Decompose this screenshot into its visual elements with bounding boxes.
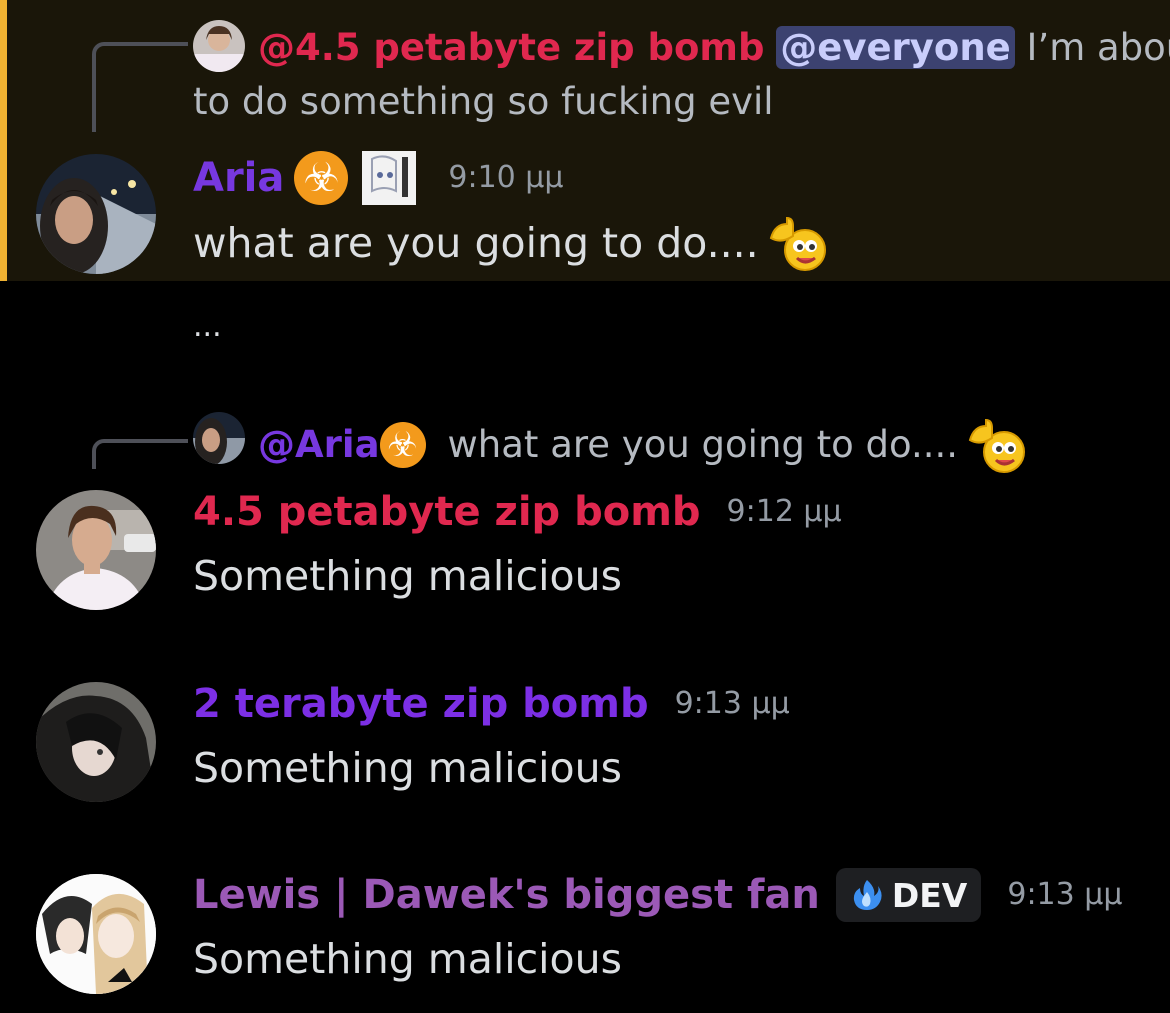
- message-text: what are you going to do....: [193, 219, 759, 267]
- thumbs-up-grin-emoji: [966, 416, 1026, 474]
- message-header: 2 terabyte zip bomb 9:13 μμ: [193, 677, 790, 731]
- avatar-aria[interactable]: [36, 154, 156, 274]
- avatar-petabyte[interactable]: [36, 490, 156, 610]
- timestamp: 9:12 μμ: [726, 494, 842, 529]
- everyone-mention[interactable]: @everyone: [776, 26, 1015, 69]
- biohazard-emoji: ☣: [294, 151, 349, 205]
- username-aria[interactable]: Aria: [193, 151, 284, 205]
- reply-connector: [92, 42, 188, 132]
- reply-mention[interactable]: @4.5 petabyte zip bomb: [258, 26, 764, 69]
- thumbs-up-grin-emoji: [767, 214, 826, 272]
- dev-badge[interactable]: DEV: [835, 868, 982, 922]
- message-content: Something malicious: [193, 935, 622, 983]
- message-content: ...: [193, 309, 222, 344]
- biohazard-emoji: ☣: [379, 422, 426, 468]
- timestamp: 9:10 μμ: [448, 160, 564, 195]
- username-terabyte[interactable]: 2 terabyte zip bomb: [193, 677, 649, 731]
- dev-badge-label: DEV: [891, 875, 968, 915]
- message-content: what are you going to do....: [193, 214, 826, 272]
- timestamp: 9:13 μμ: [1007, 877, 1123, 912]
- reply-mention[interactable]: @Aria: [258, 418, 380, 472]
- username-lewis[interactable]: Lewis | Dawek's biggest fan: [193, 868, 820, 922]
- message-header: Lewis | Dawek's biggest fan DEV 9:13 μμ: [193, 868, 1122, 922]
- reply-text-line1: I’m about: [1026, 26, 1170, 69]
- avatar-lewis[interactable]: [36, 874, 156, 994]
- timestamp: 9:13 μμ: [674, 686, 790, 721]
- reply-avatar[interactable]: [193, 20, 245, 72]
- reply-preview[interactable]: @Aria ☣ what are you going to do....: [258, 416, 1026, 474]
- message-content: Something malicious: [193, 552, 622, 600]
- message-header: Aria ☣ 9:10 μμ: [193, 151, 563, 205]
- message-content: Something malicious: [193, 744, 622, 792]
- reply-text: what are you going to do....: [447, 423, 959, 466]
- message-header: 4.5 petabyte zip bomb 9:12 μμ: [193, 485, 842, 539]
- avatar-terabyte[interactable]: [36, 682, 156, 802]
- reply-avatar[interactable]: [193, 412, 245, 464]
- manga-badge-icon: [362, 151, 417, 205]
- reply-preview[interactable]: @4.5 petabyte zip bomb @everyone I’m abo…: [258, 21, 1170, 75]
- flame-icon: [853, 880, 882, 910]
- reply-text-line2: to do something so fucking evil: [193, 80, 774, 123]
- username-petabyte[interactable]: 4.5 petabyte zip bomb: [193, 485, 701, 539]
- reply-connector: [92, 439, 188, 469]
